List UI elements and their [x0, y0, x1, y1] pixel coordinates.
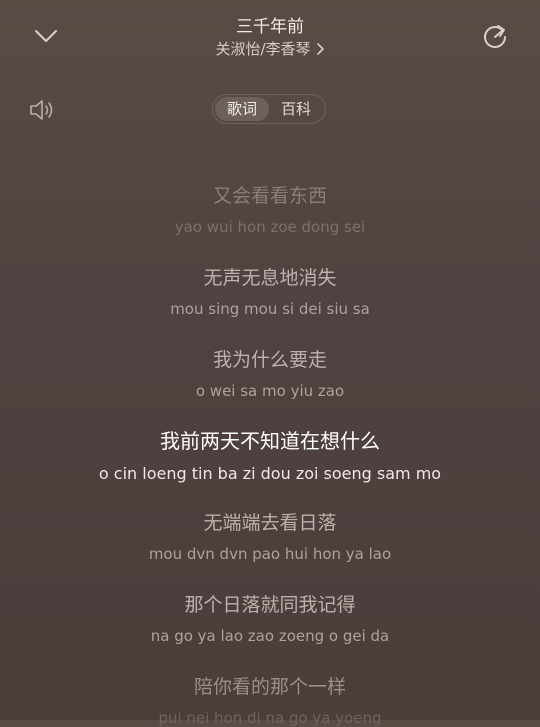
lyric-chinese: 无声无息地消失 [203, 267, 337, 289]
lyric-line[interactable]: 陪你看的那个一样 pui nei hon di na go ya yoeng [0, 672, 540, 727]
share-button[interactable] [478, 20, 512, 54]
lyric-line-current[interactable]: 我前两天不知道在想什么 o cin loeng tin ba zi dou zo… [0, 425, 540, 483]
share-refresh-icon [484, 25, 506, 48]
lyric-chinese: 陪你看的那个一样 [193, 676, 346, 698]
tab-switcher: 歌词 百科 [212, 94, 326, 124]
chevron-right-icon [316, 41, 325, 59]
lyric-romanization: na go ya lao zao zoeng o gei da [150, 627, 390, 645]
lyric-romanization: yao wui hon zoe dong sei [174, 218, 366, 236]
lyric-line[interactable]: 无声无息地消失 mou sing mou si dei siu sa [0, 263, 540, 318]
lyric-romanization: o cin loeng tin ba zi dou zoi soeng sam … [98, 464, 442, 483]
top-bar: 三千年前 关淑怡/李香琴 [0, 0, 540, 70]
lyric-romanization: mou dvn dvn pao hui hon ya lao [148, 545, 392, 563]
song-title: 三千年前 [236, 17, 304, 37]
lyric-chinese: 那个日落就同我记得 [184, 594, 356, 616]
tab-encyclopedia[interactable]: 百科 [269, 97, 323, 121]
lyric-romanization: pui nei hon di na go ya yoeng [158, 709, 382, 727]
speaker-icon [30, 100, 53, 120]
lyric-romanization: o wei sa mo yiu zao [195, 382, 345, 400]
artist-name: 关淑怡/李香琴 [215, 40, 311, 58]
lyric-chinese: 无端端去看日落 [203, 512, 337, 534]
artist-link[interactable]: 关淑怡/李香琴 [0, 38, 540, 59]
lyric-line[interactable]: 无端端去看日落 mou dvn dvn pao hui hon ya lao [0, 508, 540, 563]
tab-lyrics[interactable]: 歌词 [215, 97, 269, 121]
speaker-button[interactable] [28, 96, 58, 124]
lyric-line[interactable]: 我为什么要走 o wei sa mo yiu zao [0, 345, 540, 400]
lyric-chinese: 又会看看东西 [212, 185, 327, 207]
lyric-romanization: mou sing mou si dei siu sa [170, 300, 370, 318]
lyric-chinese: 我为什么要走 [212, 349, 327, 371]
lyric-line[interactable]: 又会看看东西 yao wui hon zoe dong sei [0, 181, 540, 236]
lyric-chinese: 我前两天不知道在想什么 [160, 429, 380, 453]
lyric-line[interactable]: 那个日落就同我记得 na go ya lao zao zoeng o gei d… [0, 590, 540, 645]
